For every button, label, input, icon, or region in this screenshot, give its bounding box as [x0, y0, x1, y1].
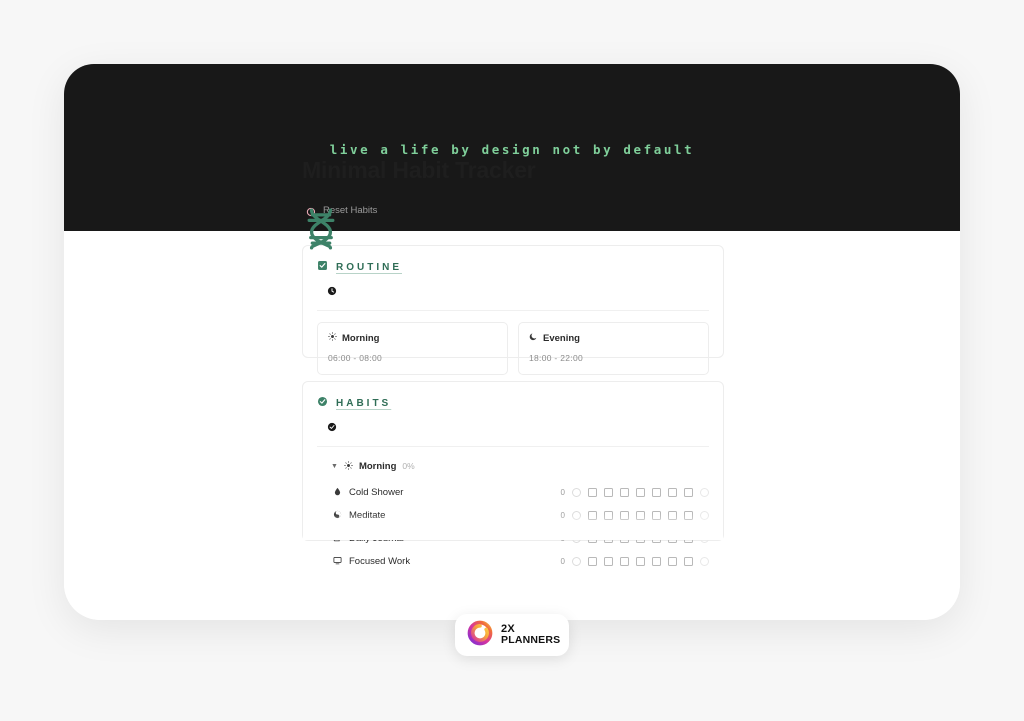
habits-group-percent: 0% [402, 461, 415, 471]
routine-tile-morning[interactable]: Morning 06:00 - 08:00 [317, 322, 508, 375]
habit-day-checkbox[interactable] [684, 557, 693, 566]
habit-day-checkbox[interactable] [652, 534, 661, 543]
hero-banner: live a life by design not by default [64, 64, 960, 231]
habit-label: Daily Journal [349, 533, 404, 544]
routine-tile-evening-time: 18:00 - 22:00 [529, 353, 583, 363]
habit-name: Cold Shower [333, 487, 513, 499]
habit-day-checkbox[interactable] [684, 488, 693, 497]
device-frame: live a life by design not by default Min… [64, 64, 960, 620]
habit-day-checkbox[interactable] [652, 557, 661, 566]
page-title: Minimal Habit Tracker [302, 157, 536, 183]
habits-group-label: Morning [358, 460, 397, 472]
habit-name: Focused Work [333, 556, 513, 568]
habit-day-checkbox[interactable] [588, 534, 597, 543]
habit-day-checkbox[interactable] [620, 488, 629, 497]
habit-label: Meditate [349, 510, 386, 521]
habit-day-checkbox[interactable] [588, 488, 597, 497]
routine-card-header: ROUTINE [303, 246, 723, 276]
meditate-icon [333, 510, 342, 522]
habit-name: Daily Journal [333, 533, 513, 545]
habit-day-checkbox[interactable] [668, 534, 677, 543]
routine-card-title[interactable]: ROUTINE [336, 262, 402, 273]
habit-day-checkbox[interactable] [636, 488, 645, 497]
check-circle-icon [303, 412, 723, 437]
habit-day-checkbox[interactable] [620, 557, 629, 566]
habit-end-toggle[interactable] [700, 534, 709, 543]
watermark-badge: 2X PLANNERS [455, 614, 569, 656]
habit-day-checkbox[interactable] [620, 534, 629, 543]
habit-day-checkbox[interactable] [604, 511, 613, 520]
habit-track: 0 [558, 557, 709, 566]
habit-row[interactable]: Daily Journal 0 [303, 527, 723, 550]
2x-planners-swirl-icon [467, 620, 493, 651]
routine-tile-evening-header: Evening [529, 332, 698, 344]
monitor-icon [333, 556, 342, 568]
watermark-wordmark: 2X PLANNERS [501, 623, 561, 647]
habit-day-checkbox[interactable] [684, 534, 693, 543]
habit-track: 0 [558, 511, 709, 520]
habit-day-checkbox[interactable] [588, 557, 597, 566]
habits-card: HABITS ▼ Morning 0% Cold Shower 0 Medita… [302, 381, 724, 567]
habit-day-checkbox[interactable] [604, 488, 613, 497]
habit-row[interactable]: Focused Work 0 [303, 550, 723, 573]
pencil-square-icon [333, 533, 342, 545]
habit-label: Focused Work [349, 556, 411, 567]
habit-track: 0 [558, 534, 709, 543]
habit-name: Meditate [333, 510, 513, 522]
habit-day-checkbox[interactable] [636, 557, 645, 566]
habit-end-toggle[interactable] [700, 511, 709, 520]
clock-icon [303, 276, 723, 301]
habit-day-checkbox[interactable] [636, 511, 645, 520]
habits-card-title[interactable]: HABITS [336, 398, 391, 409]
sun-icon [328, 332, 337, 344]
habit-day-checkbox[interactable] [684, 511, 693, 520]
habit-start-toggle[interactable] [572, 534, 581, 543]
routine-card: ROUTINE Morning 06:00 - 08:00 Evening 18… [302, 245, 724, 375]
habit-day-checkbox[interactable] [620, 511, 629, 520]
moon-icon [529, 332, 538, 344]
habit-end-toggle[interactable] [700, 488, 709, 497]
habit-day-checkbox[interactable] [652, 511, 661, 520]
routine-tiles: Morning 06:00 - 08:00 Evening 18:00 - 22… [303, 311, 723, 375]
habits-group-morning[interactable]: ▼ Morning 0% [303, 447, 723, 475]
habit-day-checkbox[interactable] [652, 488, 661, 497]
watermark-line2: PLANNERS [501, 634, 561, 647]
routine-tile-morning-time: 06:00 - 08:00 [328, 353, 382, 363]
routine-tile-morning-label: Morning [342, 332, 380, 344]
droplet-icon [333, 487, 342, 499]
routine-tile-morning-header: Morning [328, 332, 497, 344]
hero-tagline: live a life by design not by default [329, 142, 695, 157]
dna-icon [302, 207, 340, 251]
habit-start-toggle[interactable] [572, 488, 581, 497]
habit-track: 0 [558, 488, 709, 497]
green-check-circle-icon [317, 394, 328, 412]
sun-icon [344, 457, 353, 475]
habit-day-checkbox[interactable] [668, 511, 677, 520]
habit-count: 0 [560, 511, 565, 520]
habits-card-header: HABITS [303, 382, 723, 412]
routine-tile-evening-label: Evening [543, 332, 580, 344]
habit-count: 0 [560, 488, 565, 497]
habit-row[interactable]: Cold Shower 0 [303, 481, 723, 504]
habit-end-toggle[interactable] [700, 557, 709, 566]
habit-start-toggle[interactable] [572, 511, 581, 520]
habit-day-checkbox[interactable] [588, 511, 597, 520]
habit-row[interactable]: Meditate 0 [303, 504, 723, 527]
habit-day-checkbox[interactable] [604, 557, 613, 566]
habit-count: 0 [560, 557, 565, 566]
habit-label: Cold Shower [349, 487, 404, 498]
green-note-icon [317, 258, 328, 276]
routine-tile-evening[interactable]: Evening 18:00 - 22:00 [518, 322, 709, 375]
chevron-down-icon[interactable]: ▼ [331, 463, 338, 470]
habit-day-checkbox[interactable] [636, 534, 645, 543]
habit-day-checkbox[interactable] [604, 534, 613, 543]
habit-count: 0 [560, 534, 565, 543]
habit-day-checkbox[interactable] [668, 488, 677, 497]
habit-day-checkbox[interactable] [668, 557, 677, 566]
habit-start-toggle[interactable] [572, 557, 581, 566]
